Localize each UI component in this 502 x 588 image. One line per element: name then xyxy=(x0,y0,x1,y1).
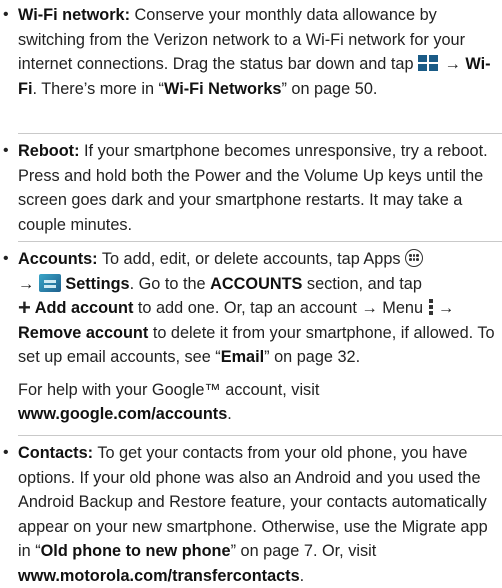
quick-settings-icon xyxy=(418,54,440,72)
reboot-paragraph: Reboot: If your smartphone becomes unres… xyxy=(18,139,495,237)
bullet: • xyxy=(3,6,9,23)
arrow-2: → xyxy=(433,299,455,317)
wifi-networks-link[interactable]: Wi-Fi Networks xyxy=(164,80,281,98)
contacts-text-3: . xyxy=(299,566,305,585)
google-account-paragraph: For help with your Google™ account, visi… xyxy=(18,378,495,427)
accounts-text-3: section, and tap xyxy=(302,274,422,293)
google-text: For help with your Google™ account, visi… xyxy=(18,380,320,399)
list-item-wifi-network: • Wi-Fi network: Conserve your monthly d… xyxy=(0,3,495,101)
wifi-network-paragraph: Wi-Fi network: Conserve your monthly dat… xyxy=(18,3,495,101)
accounts-section-label: ACCOUNTS xyxy=(210,274,303,293)
transfer-contacts-url-link[interactable]: www.motorola.com/transfercontacts xyxy=(18,567,300,585)
list-item-accounts: • Accounts: To add, edit, or delete acco… xyxy=(0,247,495,427)
reboot-text: If your smartphone becomes unresponsive,… xyxy=(18,142,488,234)
period: . xyxy=(227,405,232,423)
manual-page: • Wi-Fi network: Conserve your monthly d… xyxy=(0,0,502,585)
wifi-network-title: Wi-Fi network: xyxy=(18,6,131,24)
list-item-reboot: • Reboot: If your smartphone becomes unr… xyxy=(0,139,495,237)
settings-label: Settings xyxy=(65,274,130,293)
email-link[interactable]: Email xyxy=(221,348,264,366)
divider xyxy=(18,133,502,134)
list-item-contacts: • Contacts: To get your contacts from yo… xyxy=(0,441,495,588)
divider xyxy=(18,435,502,436)
contacts-text-2: ” on page 7. Or, visit xyxy=(230,542,377,560)
bullet: • xyxy=(3,444,9,461)
menu-icon xyxy=(428,298,434,316)
accounts-text-6: ” on page 32. xyxy=(264,348,361,366)
contacts-title: Contacts: xyxy=(18,444,94,462)
reboot-title: Reboot: xyxy=(18,142,80,160)
arrow-1: → xyxy=(18,274,39,293)
divider xyxy=(18,241,502,242)
old-phone-link[interactable]: Old phone to new phone xyxy=(41,542,231,560)
accounts-text-2: . Go to the xyxy=(129,274,211,293)
google-url-link[interactable]: www.google.com/accounts xyxy=(18,405,227,423)
apps-icon xyxy=(405,249,424,267)
accounts-paragraph: Accounts: To add, edit, or delete accoun… xyxy=(18,247,495,370)
accounts-text-4: to add one. Or, tap an account → Menu xyxy=(133,299,428,317)
settings-icon xyxy=(38,273,61,292)
arrow-1: → xyxy=(440,55,466,73)
wifi-text-3: ” on page 50. xyxy=(281,79,378,98)
wifi-text-2: . There’s more in “ xyxy=(32,79,164,98)
plus-icon: + xyxy=(18,295,31,320)
accounts-text-1: To add, edit, or delete accounts, tap Ap… xyxy=(97,250,406,268)
remove-account-label: Remove account xyxy=(18,323,149,342)
bullet: • xyxy=(3,142,9,159)
contacts-paragraph: Contacts: To get your contacts from your… xyxy=(18,441,495,588)
accounts-title: Accounts: xyxy=(18,250,98,268)
bullet: • xyxy=(3,250,9,267)
add-account-label: Add account xyxy=(30,299,134,317)
